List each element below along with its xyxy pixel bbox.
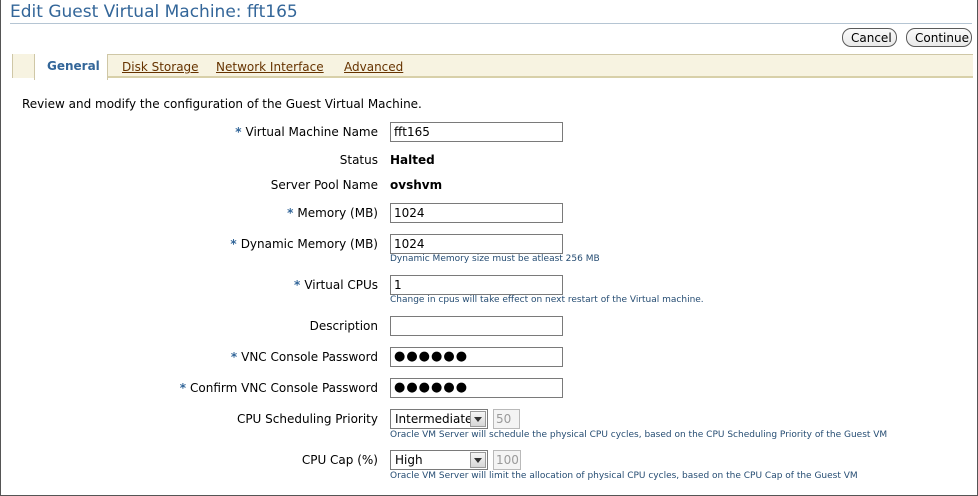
vm-name-input[interactable]: fft165 (390, 122, 563, 142)
required-icon: * (287, 206, 294, 220)
tab-bar-edge (12, 54, 34, 78)
vcpus-hint: Change in cpus will take effect on next … (390, 295, 704, 305)
description-input[interactable] (390, 316, 563, 336)
cpu-priority-selected: Intermediate (395, 412, 473, 426)
required-icon: * (235, 125, 242, 139)
status-value: Halted (390, 153, 435, 167)
tab-network-interface[interactable]: Network Interface (216, 57, 324, 77)
title-divider (10, 23, 972, 24)
page-title: Edit Guest Virtual Machine: fft165 (10, 2, 298, 22)
vcpus-label: * Virtual CPUs (294, 278, 378, 292)
chevron-down-icon[interactable] (470, 411, 486, 427)
vnc-password-label: * VNC Console Password (230, 350, 378, 364)
required-icon: * (230, 237, 237, 251)
vcpus-input[interactable]: 1 (390, 275, 563, 295)
required-icon: * (294, 278, 301, 292)
confirm-vnc-password-label: * Confirm VNC Console Password (179, 381, 378, 395)
vm-name-label: * Virtual Machine Name (235, 125, 378, 139)
cpu-priority-hint: Oracle VM Server will schedule the physi… (390, 430, 888, 440)
confirm-vnc-password-input[interactable]: ●●●●●● (390, 378, 563, 398)
continue-button[interactable]: Continue (906, 28, 972, 47)
vnc-password-input[interactable]: ●●●●●● (390, 347, 563, 367)
tab-advanced[interactable]: Advanced (344, 57, 403, 77)
cpu-priority-select[interactable]: Intermediate (390, 409, 488, 429)
status-label: Status (339, 153, 378, 167)
memory-label: * Memory (MB) (287, 206, 378, 220)
intro-text: Review and modify the configuration of t… (22, 97, 422, 111)
cpu-priority-label: CPU Scheduling Priority (236, 412, 378, 426)
chevron-down-icon[interactable] (470, 452, 486, 468)
required-icon: * (179, 381, 186, 395)
cpu-cap-selected: High (395, 453, 423, 467)
cancel-button[interactable]: Cancel (842, 28, 897, 47)
tab-general[interactable]: General (34, 54, 108, 80)
dynamic-memory-label: * Dynamic Memory (MB) (230, 237, 378, 251)
cpu-cap-number: 100 (493, 450, 521, 470)
cpu-cap-hint: Oracle VM Server will limit the allocati… (390, 471, 858, 481)
memory-input[interactable]: 1024 (390, 203, 563, 223)
tab-disk-storage[interactable]: Disk Storage (122, 57, 199, 77)
required-icon: * (230, 350, 238, 364)
server-pool-value: ovshvm (390, 178, 443, 192)
description-label: Description (309, 319, 378, 333)
dynamic-memory-hint: Dynamic Memory size must be atleast 256 … (390, 254, 600, 264)
cpu-cap-select[interactable]: High (390, 450, 488, 470)
dynamic-memory-input[interactable]: 1024 (390, 234, 563, 254)
cpu-priority-number: 50 (493, 409, 520, 429)
server-pool-label: Server Pool Name (270, 178, 378, 192)
cpu-cap-label: CPU Cap (%) (301, 453, 378, 467)
